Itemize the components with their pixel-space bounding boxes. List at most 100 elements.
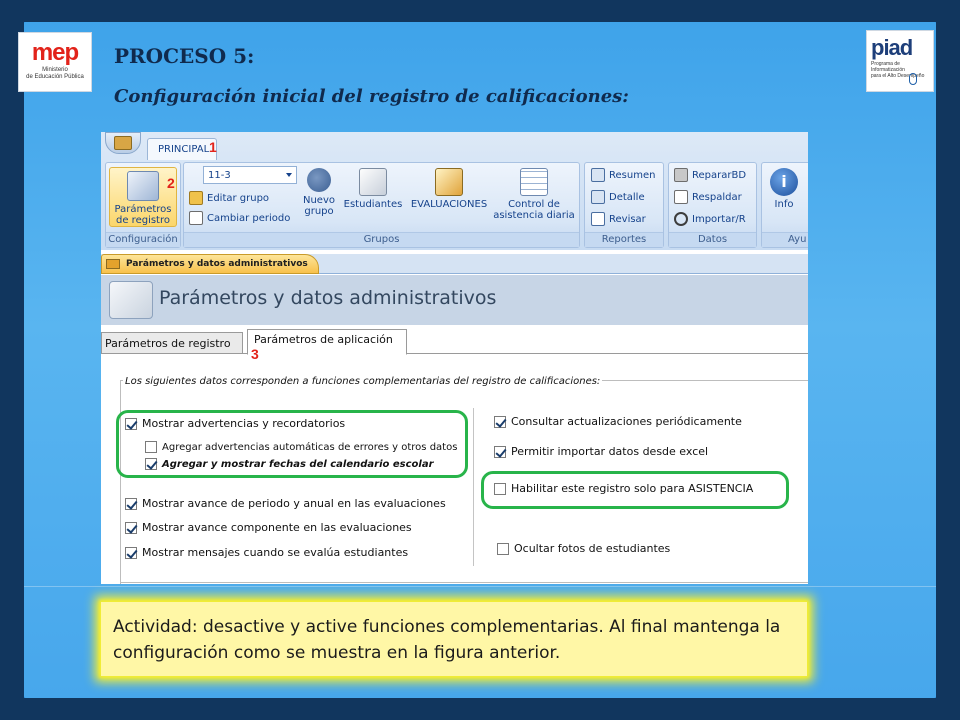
info-icon: i (770, 168, 798, 196)
resumen-label: Resumen (609, 169, 656, 181)
mep-logo-sub2: de Educación Pública (26, 74, 84, 80)
group-label-datos: Datos (669, 232, 756, 247)
form-title: Parámetros y datos administrativos (159, 287, 497, 309)
office-button[interactable] (105, 132, 141, 154)
slide-border-right (936, 0, 960, 720)
report-detail-icon (591, 190, 605, 204)
form-icon (106, 259, 120, 269)
app-screenshot: PRINCIPAL Parámetros de registro Configu… (101, 132, 808, 584)
repair-icon (674, 168, 688, 182)
mostrar-mensajes-label: Mostrar mensajes cuando se evalúa estudi… (142, 546, 409, 559)
grupo-combo[interactable]: 11-3 (203, 166, 297, 184)
grupo-combo-value: 11-3 (208, 170, 231, 181)
calendar-icon (189, 211, 203, 225)
resumen-button[interactable]: Resumen (591, 168, 655, 182)
mostrar-avance-periodo-label: Mostrar avance de periodo y anual en las… (142, 497, 446, 510)
slide-border-bottom (0, 698, 960, 720)
piad-logo-mark: piad (871, 35, 913, 60)
mostrar-avance-periodo-checkbox[interactable]: Mostrar avance de periodo y anual en las… (125, 497, 446, 510)
mep-logo-mark: mep (31, 39, 79, 66)
step-marker-1: 1 (209, 139, 217, 155)
cambiar-periodo-label: Cambiar periodo (207, 212, 291, 224)
highlight-asistencia (481, 471, 789, 509)
slide-border-left (0, 0, 24, 720)
ocultar-fotos-checkbox[interactable]: Ocultar fotos de estudiantes (497, 542, 670, 555)
importar-label: Importar/R (692, 213, 746, 225)
column-separator (473, 408, 474, 566)
mostrar-mensajes-checkbox[interactable]: Mostrar mensajes cuando se evalúa estudi… (125, 546, 408, 559)
slide-divider (24, 586, 936, 587)
respaldar-button[interactable]: Respaldar (674, 190, 742, 204)
attendance-icon (520, 168, 548, 196)
info-label: Info (774, 199, 794, 210)
document-tab[interactable]: Parámetros y datos administrativos (101, 254, 319, 274)
review-icon (591, 212, 605, 226)
evaluaciones-button[interactable]: EVALUACIONES (407, 168, 491, 210)
estudiantes-button[interactable]: Estudiantes (341, 168, 405, 210)
checkbox-unchecked (497, 542, 509, 555)
form-header: Parámetros y datos administrativos (101, 275, 808, 325)
cambiar-periodo-button[interactable]: Cambiar periodo (189, 211, 290, 225)
mostrar-avance-componente-checkbox[interactable]: Mostrar avance componente en las evaluac… (125, 521, 412, 534)
consultar-actualizaciones-label: Consultar actualizaciones periódicamente (511, 415, 742, 428)
revisar-label: Revisar (609, 213, 646, 225)
inner-tabs: Parámetros de registro Parámetros de apl… (101, 329, 808, 355)
info-button[interactable]: i Info (765, 168, 803, 210)
ocultar-fotos-label: Ocultar fotos de estudiantes (514, 542, 671, 555)
control-asistencia-label: Control de asistencia diaria (493, 199, 575, 221)
checkbox-checked (125, 497, 137, 510)
panel-border-bottom (120, 582, 808, 583)
editar-grupo-label: Editar grupo (207, 192, 270, 204)
tab-parametros-aplicacion[interactable]: Parámetros de aplicación (247, 329, 407, 355)
report-summary-icon (591, 168, 605, 182)
edit-group-icon (189, 191, 203, 205)
permitir-importar-checkbox[interactable]: Permitir importar datos desde excel (494, 445, 708, 458)
parametros-registro-label: Parámetros de registro (114, 204, 172, 226)
tab-principal[interactable]: PRINCIPAL (147, 138, 217, 160)
mostrar-avance-componente-label: Mostrar avance componente en las evaluac… (142, 521, 412, 534)
step-marker-2: 2 (167, 175, 175, 191)
importar-button[interactable]: Importar/R (674, 212, 746, 226)
estudiantes-label: Estudiantes (343, 199, 403, 210)
evaluaciones-label: EVALUACIONES (410, 199, 488, 210)
respaldar-label: Respaldar (692, 191, 742, 203)
control-asistencia-button[interactable]: Control de asistencia diaria (491, 168, 577, 221)
group-label-reportes: Reportes (585, 232, 663, 247)
document-tab-label: Parámetros y datos administrativos (126, 259, 308, 269)
detalle-label: Detalle (609, 191, 645, 203)
students-icon (359, 168, 387, 196)
chevron-down-icon (286, 173, 292, 177)
add-user-icon (307, 168, 331, 192)
reparar-bd-label: RepararBD (692, 169, 747, 181)
panel-caption: Los siguientes datos corresponden a func… (123, 376, 603, 387)
document-tab-strip: Parámetros y datos administrativos (101, 254, 808, 274)
highlight-advertencias (116, 410, 468, 478)
checkbox-checked (125, 521, 137, 534)
step-marker-3: 3 (251, 346, 259, 362)
detalle-button[interactable]: Detalle (591, 190, 645, 204)
tab-parametros-registro[interactable]: Parámetros de registro (101, 332, 243, 354)
settings-document-icon (109, 281, 153, 319)
permitir-importar-label: Permitir importar datos desde excel (511, 445, 709, 458)
app-icon (114, 136, 132, 150)
mouse-icon (909, 73, 917, 85)
mep-logo-sub1: Ministerio (42, 67, 68, 73)
nuevo-grupo-label: Nuevo grupo (302, 195, 335, 217)
ribbon: PRINCIPAL Parámetros de registro Configu… (101, 132, 808, 250)
checkbox-checked (494, 415, 506, 428)
reparar-bd-button[interactable]: RepararBD (674, 168, 746, 182)
consultar-actualizaciones-checkbox[interactable]: Consultar actualizaciones periódicamente (494, 415, 742, 428)
editar-grupo-button[interactable]: Editar grupo (189, 191, 269, 205)
revisar-button[interactable]: Revisar (591, 212, 646, 226)
checkbox-checked (494, 445, 506, 458)
nuevo-grupo-button[interactable]: Nuevo grupo (299, 168, 339, 217)
checkbox-checked (125, 546, 137, 559)
piad-logo-sub2: para el Alto Desempeño (871, 73, 925, 79)
slide-title: PROCESO 5: (114, 44, 255, 68)
piad-logo: piad Programa de Informatización para el… (866, 30, 934, 92)
panel-border-left (120, 380, 121, 584)
backup-icon (674, 190, 688, 204)
sync-icon (674, 212, 688, 226)
group-label-grupos: Grupos (184, 232, 579, 247)
activity-instructions: Actividad: desactive y active funciones … (101, 602, 807, 676)
